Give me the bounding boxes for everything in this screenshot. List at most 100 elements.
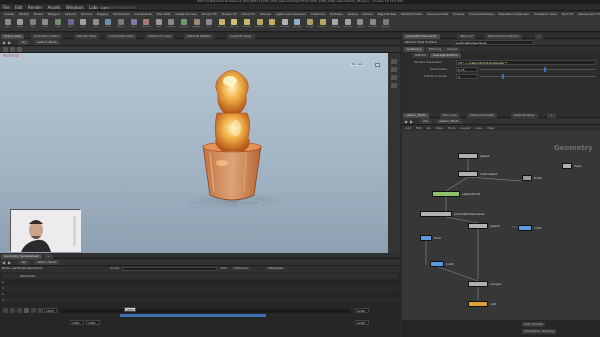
shelf-tool-button[interactable]: Area Light: [230, 19, 239, 30]
play-reverse-icon[interactable]: [17, 308, 22, 313]
desktop-select[interactable]: Light: [98, 5, 138, 10]
forward-icon[interactable]: ▶: [410, 119, 413, 124]
influence-scale-slider[interactable]: [480, 76, 596, 77]
menu-assets[interactable]: Assets: [48, 4, 61, 11]
shelf-tool-button[interactable]: Null: [66, 19, 75, 30]
network-menu-labs[interactable]: Labs: [476, 126, 483, 130]
shelf-tool-button[interactable]: Platonic Solids: [167, 19, 176, 30]
shelf-tool-button[interactable]: Circle: [91, 19, 100, 30]
shelf-tool-button[interactable]: Environment Light: [280, 19, 289, 30]
shelf-tool-button[interactable]: VR Camera: [368, 19, 377, 30]
forward-icon[interactable]: ▶: [8, 260, 11, 265]
network-node-vellumfluid1[interactable]: [432, 191, 460, 197]
group-field[interactable]: [122, 267, 217, 271]
network-menu-help[interactable]: Help: [488, 126, 495, 130]
network-node-matchsize1[interactable]: [458, 171, 478, 177]
table-row[interactable]: 1: [2, 286, 398, 291]
path-crumb-vellum[interactable]: vellum_fluids: [34, 260, 60, 265]
network-menu-go[interactable]: Go: [427, 126, 431, 130]
shelf-tool-button[interactable]: Ambient Light: [343, 19, 352, 30]
shelf-tool-button[interactable]: Sphere: [16, 19, 25, 30]
shelf-tool-button[interactable]: Path: [129, 19, 138, 30]
shelf-tool-button[interactable]: Draw Curve: [116, 19, 125, 30]
stop-icon[interactable]: [24, 308, 29, 313]
menu-file[interactable]: File: [3, 4, 10, 11]
simulation-status[interactable]: Simulation: Running: [522, 329, 557, 334]
start-frame-field-2[interactable]: 1001: [86, 320, 100, 325]
table-row[interactable]: 0: [2, 280, 398, 285]
network-node-glass1[interactable]: [458, 153, 478, 159]
shelf-tool-button[interactable]: L-System: [179, 19, 188, 30]
step-forward-icon[interactable]: [38, 308, 43, 313]
shelf-tool-button[interactable]: Switcher: [381, 19, 390, 30]
back-icon[interactable]: ◀: [404, 119, 407, 124]
shelf-tool-button[interactable]: Spray Paint: [142, 19, 151, 30]
transform-icon[interactable]: [10, 47, 15, 52]
lighting-icon[interactable]: [391, 75, 397, 80]
shelf-tool-button[interactable]: Sky Light: [293, 19, 302, 30]
path-crumb-obj[interactable]: obj: [18, 260, 29, 265]
influence-scale-field[interactable]: 3: [456, 74, 478, 79]
menu-windows[interactable]: Windows: [66, 4, 84, 11]
tab-method[interactable]: Method: [412, 53, 430, 58]
shelf-tool-button[interactable]: Geometry Light: [242, 19, 251, 30]
jump-start-icon[interactable]: [3, 308, 8, 313]
start-frame-field[interactable]: 1001: [70, 320, 84, 325]
shelf-tool-button[interactable]: Curve: [104, 19, 113, 30]
sheet-view-label[interactable]: View: [220, 267, 227, 270]
shelf-tool-button[interactable]: Portal Light: [331, 19, 340, 30]
shelf-tool-button[interactable]: File: [205, 19, 214, 30]
voxel-slider-handle[interactable]: [544, 67, 546, 72]
shelf-tool-button[interactable]: Grid: [53, 19, 62, 30]
network-node-glass2[interactable]: [468, 223, 488, 229]
current-frame-field[interactable]: 1053: [44, 308, 57, 313]
voxel-scale-field[interactable]: 0.75: [456, 67, 478, 72]
network-node-particlefluidsurface1[interactable]: [420, 211, 452, 217]
back-icon[interactable]: ◀: [2, 260, 5, 265]
wireframe-icon[interactable]: [391, 59, 397, 64]
particle-separation-field[interactable]: ch("../../vellumfluid1/gradscale"): [456, 60, 596, 65]
menu-edit[interactable]: Edit: [15, 4, 23, 11]
network-menu-view[interactable]: View: [436, 126, 443, 130]
voxel-scale-slider[interactable]: [480, 69, 596, 70]
path-crumb-obj[interactable]: obj: [420, 119, 431, 124]
network-menu-tools[interactable]: Tools: [448, 126, 455, 130]
path-crumb-vellum[interactable]: vellum_fluids: [436, 119, 462, 124]
end-frame-field-2[interactable]: 1240: [355, 320, 369, 325]
shelf-tool-button[interactable]: Metaball: [192, 19, 201, 30]
menu-labs[interactable]: Labs: [89, 4, 98, 11]
shelf-tool-button[interactable]: Distant Light: [268, 19, 277, 30]
shelf-tool-button[interactable]: Spot Light: [217, 19, 226, 30]
network-node-dop1[interactable]: [562, 163, 572, 169]
shelf-tool-button[interactable]: Volume Light: [255, 19, 264, 30]
forward-icon[interactable]: ▶: [8, 40, 13, 45]
select-icon[interactable]: [3, 47, 8, 52]
table-row[interactable]: 2: [2, 292, 398, 297]
display-flags-icon[interactable]: [391, 83, 397, 88]
path-crumb-vellum[interactable]: vellum_fluids: [34, 40, 60, 45]
shelf-tool-button[interactable]: Line: [79, 19, 88, 30]
sheet-intrinsics-label[interactable]: Intrinsics: [232, 267, 250, 270]
back-icon[interactable]: ◀: [2, 40, 7, 45]
playhead-frame[interactable]: 1053: [124, 307, 136, 312]
network-node-null2[interactable]: [430, 261, 444, 267]
network-menu-edit[interactable]: Edit: [416, 126, 422, 130]
step-back-icon[interactable]: [10, 308, 15, 313]
shelf-tool-button[interactable]: GI Light: [305, 19, 314, 30]
node-name-field[interactable]: particlefluidsurface1: [454, 40, 534, 45]
network-node-fluid[interactable]: [420, 235, 432, 241]
shelf-tool-button[interactable]: Box: [3, 19, 12, 30]
timeline-track[interactable]: [60, 309, 350, 313]
path-crumb-obj[interactable]: obj: [18, 40, 29, 45]
play-icon[interactable]: [31, 308, 36, 313]
tab-average-position[interactable]: Average Position: [430, 53, 461, 58]
network-menu-layout[interactable]: Layout: [460, 126, 470, 130]
network-node-font1[interactable]: [522, 175, 532, 181]
end-frame-field[interactable]: 1240: [355, 308, 369, 313]
shaded-icon[interactable]: [391, 67, 397, 72]
network-node-merge1[interactable]: [468, 281, 488, 287]
shelf-tool-button[interactable]: Caustic Light: [318, 19, 327, 30]
sheet-attributes-label[interactable]: Attributes: [266, 267, 285, 270]
shelf-tool-button[interactable]: Camera: [356, 19, 365, 30]
influence-slider-handle[interactable]: [502, 74, 504, 79]
